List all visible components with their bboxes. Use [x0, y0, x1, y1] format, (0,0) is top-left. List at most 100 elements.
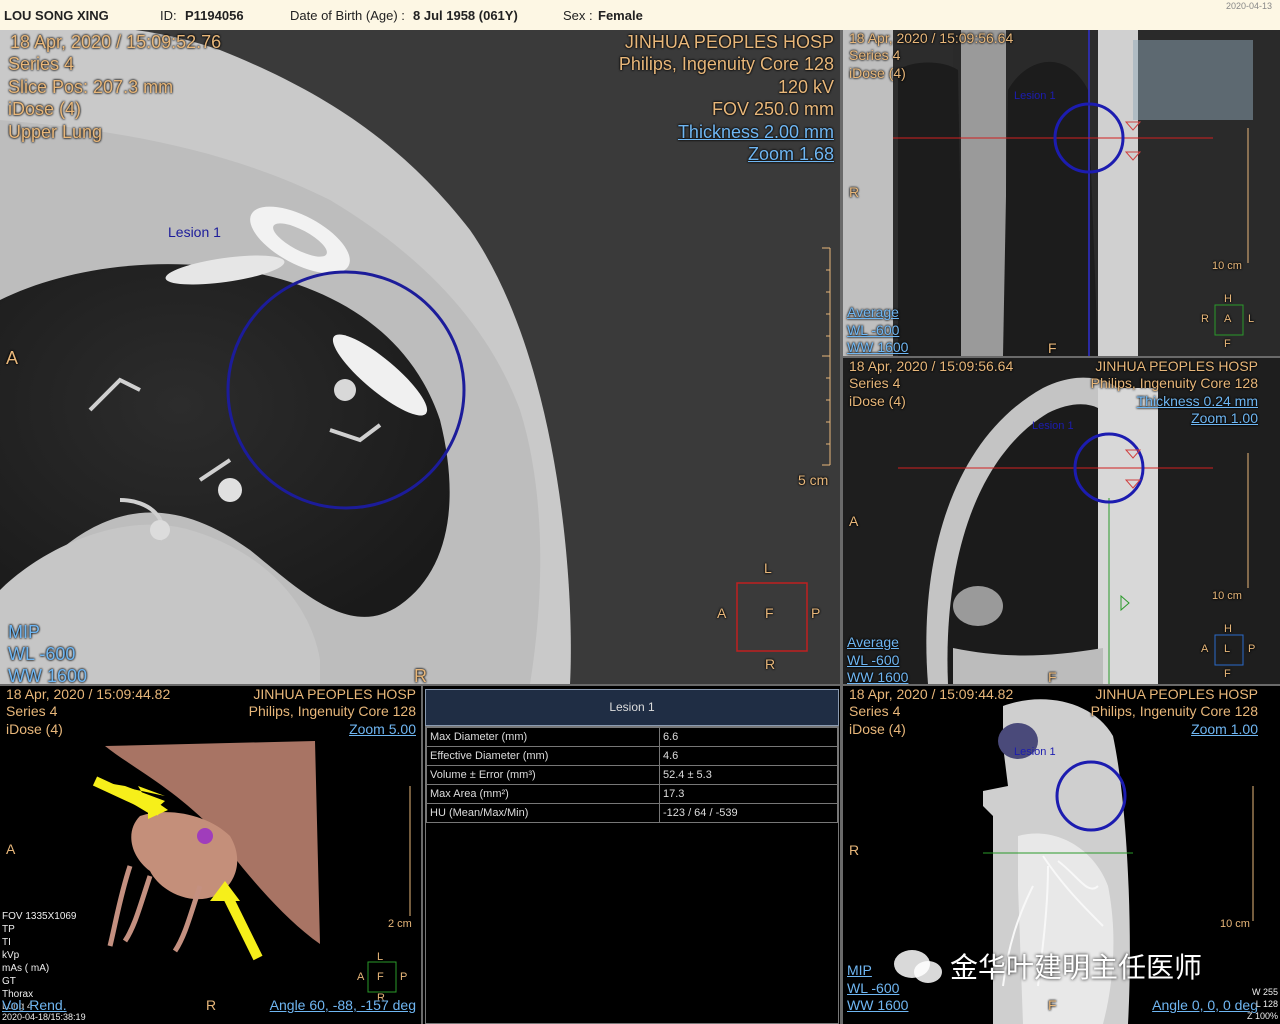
lesion-row-value: 17.3: [659, 784, 838, 804]
vr-angle-link[interactable]: Angle 60, -88, -157 deg: [270, 997, 416, 1013]
coronal-scale-label: 10 cm: [1212, 260, 1242, 272]
main-kv: 120 kV: [777, 77, 834, 97]
mip-ww[interactable]: WW 1600: [847, 997, 908, 1013]
table-row: Effective Diameter (mm) 4.6: [426, 746, 838, 766]
sagittal-cube-top: H: [1224, 623, 1232, 635]
mip-angle-link[interactable]: Angle 0, 0, 0 deg: [1152, 997, 1258, 1013]
main-scale-label: 5 cm: [798, 472, 829, 488]
patient-sex: Female: [598, 8, 643, 23]
vr-zoom-link[interactable]: Zoom 5.00: [349, 721, 416, 737]
mip-lesion-label[interactable]: Lesion 1: [1014, 746, 1056, 758]
vr-orient-bottom: R: [206, 997, 217, 1013]
vr-tech-line-1: FOV 1335X1069: [2, 911, 77, 922]
sagittal-viewport[interactable]: 18 Apr, 2020 / 15:09:56.64 Series 4 iDos…: [843, 358, 1280, 684]
sagittal-orient-bottom: F: [1048, 669, 1057, 684]
lesion-table-panel: Lesion 1 Max Diameter (mm) 6.6 Effective…: [423, 686, 841, 1024]
id-label: ID:: [160, 8, 177, 23]
main-slice-pos: Slice Pos: 207.3 mm: [8, 77, 174, 97]
table-row: Max Diameter (mm) 6.6: [426, 727, 838, 747]
coronal-cube-top: H: [1224, 293, 1232, 305]
vr-cube-left: A: [357, 971, 365, 983]
sagittal-render-mode[interactable]: Average: [847, 634, 899, 650]
coronal-viewport[interactable]: 18 Apr, 2020 / 15:09:56.64 Series 4 iDos…: [843, 30, 1280, 356]
lesion-table-title: Lesion 1: [425, 689, 839, 726]
sagittal-orient-left: A: [849, 513, 859, 529]
main-axial-viewport[interactable]: 18 Apr, 2020 / 15:09:52.76 Series 4 Slic…: [0, 30, 840, 684]
mip-corner-l: L 128: [1255, 999, 1278, 1009]
coronal-cube-bottom: F: [1224, 338, 1231, 350]
coronal-image: [843, 30, 1280, 356]
sagittal-cube-left: A: [1201, 643, 1209, 655]
coronal-orient-bottom: F: [1048, 340, 1057, 356]
main-region: Upper Lung: [8, 122, 103, 142]
vr-hospital: JINHUA PEOPLES HOSP: [253, 686, 416, 702]
vr-cube-center: F: [377, 971, 384, 983]
sagittal-thickness-link[interactable]: Thickness 0.24 mm: [1137, 393, 1258, 409]
lesion-row-value: 6.6: [659, 727, 838, 747]
main-scanner: Philips, Ingenuity Core 128: [618, 54, 834, 74]
main-render-mode: MIP: [8, 622, 41, 642]
horizontal-separator-right[interactable]: [843, 356, 1280, 358]
coronal-orient-left: R: [849, 184, 860, 200]
main-ww: WW 1600: [8, 666, 88, 684]
sagittal-scale-label: 10 cm: [1212, 590, 1242, 602]
main-lesion-label[interactable]: Lesion 1: [168, 224, 221, 240]
coronal-cube-center: A: [1224, 313, 1232, 325]
main-cube-left: A: [717, 605, 727, 621]
vr-orient-left: A: [6, 841, 16, 857]
vertical-separator[interactable]: [840, 30, 843, 1024]
volume-render-viewport[interactable]: 18 Apr, 2020 / 15:09:44.82 Series 4 iDos…: [0, 686, 421, 1024]
main-thickness-link[interactable]: Thickness 2.00 mm: [678, 122, 834, 143]
sagittal-lesion-label[interactable]: Lesion 1: [1032, 420, 1074, 432]
main-zoom-link[interactable]: Zoom 1.68: [748, 144, 834, 165]
sex-label: Sex :: [563, 8, 593, 23]
lesion-table: Max Diameter (mm) 6.6 Effective Diameter…: [426, 727, 838, 823]
patient-header: LOU SONG XING ID: P1194056 Date of Birth…: [0, 0, 1280, 31]
coronal-cube-right: L: [1248, 313, 1255, 325]
coronal-datetime: 18 Apr, 2020 / 15:09:56.64: [849, 30, 1014, 46]
mip-orient-bottom: F: [1048, 997, 1057, 1013]
mip-render-mode[interactable]: MIP: [847, 962, 872, 978]
vr-tech-line-6: GT: [2, 976, 16, 987]
coronal-series: Series 4: [849, 47, 901, 63]
mip-corner-z: Z 100%: [1246, 1011, 1278, 1021]
coronal-lesion-label[interactable]: Lesion 1: [1014, 90, 1056, 102]
bottom-divider-left[interactable]: [421, 686, 423, 1024]
main-datetime: 18 Apr, 2020 / 15:09:52.76: [10, 32, 222, 52]
coronal-wl[interactable]: WL -600: [847, 322, 899, 338]
lesion-row-label: Effective Diameter (mm): [426, 746, 660, 766]
vr-render-mode[interactable]: Vol. Rend.: [2, 997, 67, 1013]
vr-cube-right: P: [400, 971, 408, 983]
vr-footer-date: 2020-04-18/15:38:19: [2, 1012, 86, 1022]
vr-scale-label: 2 cm: [388, 918, 412, 930]
sagittal-cube-right: P: [1248, 643, 1256, 655]
vr-tech-line-4: kVp: [2, 950, 20, 961]
coronal-ww[interactable]: WW 1600: [847, 339, 908, 355]
mip-scanner: Philips, Ingenuity Core 128: [1090, 703, 1258, 719]
main-orient-bottom: R: [414, 666, 427, 684]
sagittal-ww[interactable]: WW 1600: [847, 669, 908, 684]
lesion-row-label: Volume ± Error (mm³): [426, 765, 660, 785]
sagittal-zoom-link[interactable]: Zoom 1.00: [1191, 410, 1258, 426]
sagittal-wl[interactable]: WL -600: [847, 652, 899, 668]
wechat-icon: [894, 950, 942, 983]
main-fov: FOV 250.0 mm: [711, 99, 834, 119]
mip-series: Series 4: [849, 703, 901, 719]
mip-zoom-link[interactable]: Zoom 1.00: [1191, 721, 1258, 737]
mip-datetime: 18 Apr, 2020 / 15:09:44.82: [849, 686, 1014, 702]
sagittal-dose: iDose (4): [849, 393, 906, 409]
lesion-row-label: Max Diameter (mm): [426, 727, 660, 747]
sagittal-hospital: JINHUA PEOPLES HOSP: [1095, 358, 1258, 374]
main-wl: WL -600: [8, 644, 76, 664]
mip-dose: iDose (4): [849, 721, 906, 737]
lesion-row-label: HU (Mean/Max/Min): [426, 803, 660, 823]
horizontal-separator-main[interactable]: [0, 684, 1280, 686]
table-row: HU (Mean/Max/Min) -123 / 64 / -539: [426, 803, 838, 823]
lesion-row-value: 52.4 ± 5.3: [659, 765, 838, 785]
main-cube-right: P: [811, 605, 821, 621]
table-row: Max Area (mm²) 17.3: [426, 784, 838, 804]
main-cube-center: F: [765, 605, 774, 621]
vr-tech-line-3: TI: [2, 937, 11, 948]
coronal-render-mode[interactable]: Average: [847, 304, 899, 320]
lesion-table-frame: Max Diameter (mm) 6.6 Effective Diameter…: [425, 726, 839, 1024]
